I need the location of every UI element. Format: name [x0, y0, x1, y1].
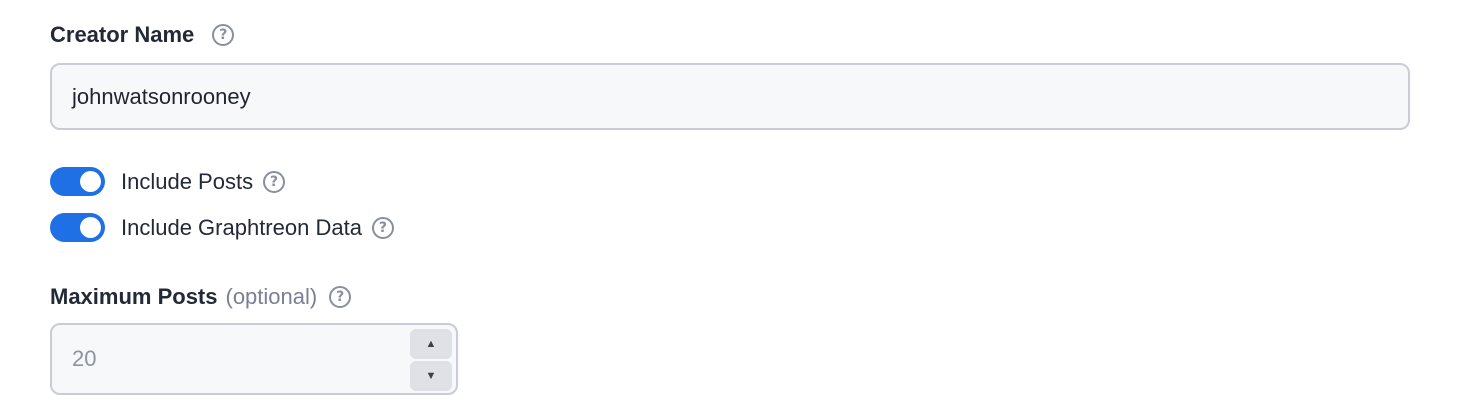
- include-graphtreon-label: Include Graphtreon Data: [121, 214, 362, 240]
- help-icon[interactable]: ?: [212, 24, 235, 46]
- creator-name-input[interactable]: johnwatsonrooney: [50, 63, 1410, 130]
- optional-tag: (optional): [225, 284, 318, 309]
- creator-name-label: Creator Name: [50, 22, 195, 47]
- include-posts-row: Include Posts ?: [50, 167, 286, 196]
- toggle-knob: [80, 217, 101, 238]
- include-graphtreon-row: Include Graphtreon Data ?: [50, 213, 394, 242]
- triangle-up-icon: ▲: [425, 338, 437, 350]
- creator-name-label-row: Creator Name ?: [50, 22, 235, 48]
- help-icon[interactable]: ?: [329, 286, 352, 308]
- creator-name-value: johnwatsonrooney: [72, 83, 251, 109]
- max-posts-placeholder: 20: [72, 346, 97, 371]
- include-graphtreon-toggle[interactable]: [50, 213, 105, 242]
- include-posts-toggle[interactable]: [50, 167, 105, 196]
- max-posts-label: Maximum Posts: [50, 284, 218, 309]
- max-posts-input[interactable]: 20 ▲ ▼: [50, 323, 458, 395]
- include-posts-label: Include Posts: [121, 168, 254, 194]
- triangle-down-icon: ▼: [425, 370, 437, 382]
- form: Creator Name ? johnwatsonrooney Include …: [0, 0, 1466, 418]
- max-posts-label-row: Maximum Posts (optional) ?: [50, 284, 352, 310]
- toggle-knob: [80, 171, 101, 192]
- increment-button[interactable]: ▲: [410, 329, 452, 359]
- help-icon[interactable]: ?: [263, 170, 286, 193]
- help-icon[interactable]: ?: [371, 216, 394, 239]
- decrement-button[interactable]: ▼: [410, 361, 452, 391]
